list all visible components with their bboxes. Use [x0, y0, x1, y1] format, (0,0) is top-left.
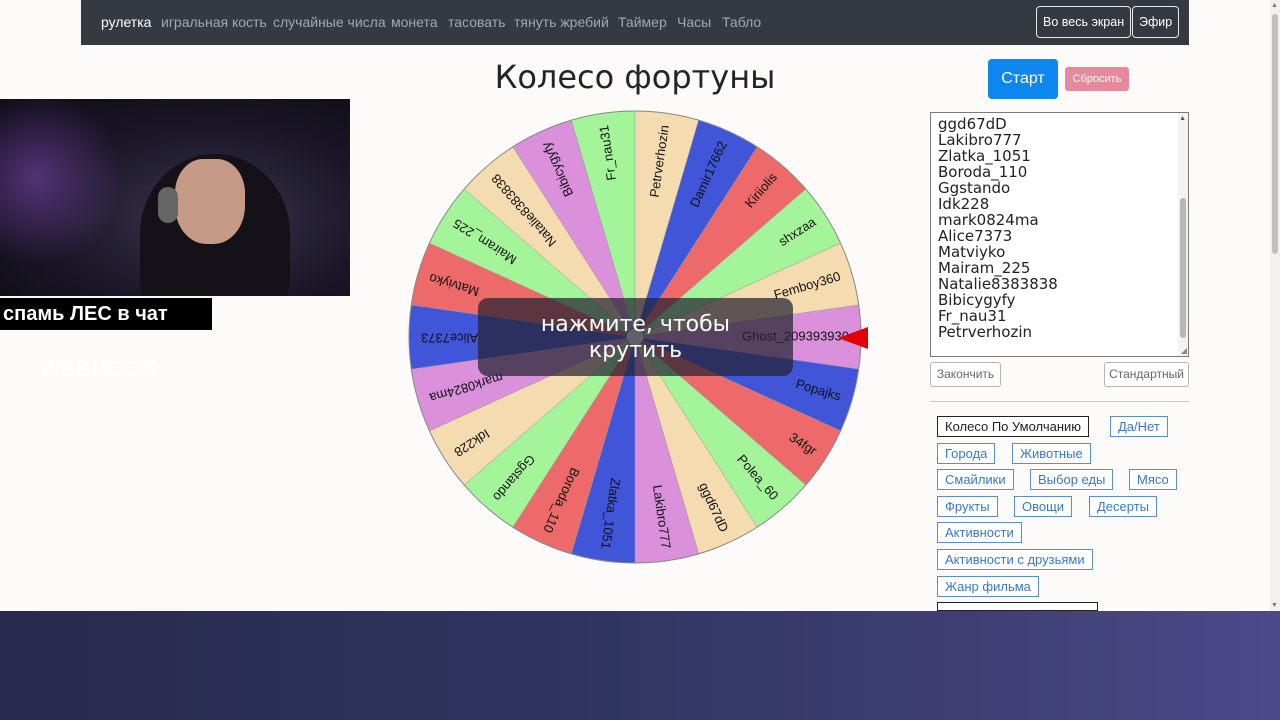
textarea-scroll-thumb[interactable]	[1180, 198, 1186, 338]
names-list-item: Lakibro777	[938, 131, 1022, 149]
preset-fruits[interactable]: Фрукты	[937, 496, 998, 517]
stream-bottom-band	[0, 611, 1280, 720]
divider	[930, 401, 1189, 402]
preset-animals[interactable]: Животные	[1012, 443, 1091, 464]
preset-desserts[interactable]: Десерты	[1089, 496, 1158, 517]
preset-activities-with-friends[interactable]: Активности с друзьями	[937, 549, 1093, 570]
page-scroll-up-icon[interactable]: ▲	[1271, 2, 1278, 9]
spin-overlay-line2: крутить	[588, 338, 683, 363]
nav-item-random-numbers[interactable]: случайные числа	[273, 14, 386, 30]
page-scroll-thumb[interactable]	[1272, 14, 1278, 254]
names-list-item: Natalie8383838	[938, 275, 1058, 293]
fullscreen-button[interactable]: Во весь экран	[1036, 6, 1132, 38]
preset-partial[interactable]	[937, 602, 1098, 611]
preset-cities[interactable]: Города	[937, 443, 996, 464]
preset-yes-no[interactable]: Да/Нет	[1110, 416, 1168, 437]
nav-item-shuffle[interactable]: тасовать	[448, 14, 505, 30]
preset-activities[interactable]: Активности	[937, 522, 1022, 543]
preset-default-wheel[interactable]: Колесо По Умолчанию	[937, 416, 1090, 437]
nav-item-draw-lots[interactable]: тянуть жребий	[514, 14, 609, 30]
names-list-item: Idk228	[938, 195, 990, 213]
names-list-item: Zlatka_1051	[938, 147, 1031, 165]
nav-item-timer[interactable]: Таймер	[618, 14, 667, 30]
nav-item-clock[interactable]: Часы	[677, 14, 711, 30]
start-button[interactable]: Старт	[988, 59, 1058, 99]
standard-button[interactable]: Стандартный	[1104, 362, 1189, 387]
textarea-scrollbar[interactable]: ▲	[1178, 113, 1188, 356]
page-scrollbar[interactable]: ▲ ▼	[1270, 0, 1280, 611]
live-button[interactable]: Эфир	[1132, 6, 1180, 38]
page-title: Колесо фортуны	[494, 58, 776, 96]
nav-item-roulette[interactable]: рулетка	[101, 14, 151, 30]
reset-button[interactable]: Сбросить	[1065, 67, 1129, 91]
names-list-item: Fr_nau31	[938, 307, 1007, 325]
preset-meat[interactable]: Мясо	[1129, 469, 1177, 490]
preset-vegetables[interactable]: Овощи	[1014, 496, 1073, 517]
resize-handle-icon[interactable]: ◢	[1181, 346, 1187, 355]
nav-item-coin[interactable]: монета	[391, 14, 438, 30]
names-textarea[interactable]: ggd67dD Lakibro777 Zlatka_1051 Boroda_110 Gg…	[930, 112, 1189, 357]
names-list-item: Boroda_110	[938, 163, 1028, 181]
stream-caption: спамь ЛЕС в чат	[0, 298, 212, 330]
names-list-item: Mairam_225	[938, 259, 1031, 277]
preset-food-choice[interactable]: Выбор еды	[1030, 469, 1114, 490]
finish-button[interactable]: Закончить	[930, 362, 1001, 387]
webcam-overlay	[0, 99, 350, 296]
names-list-item: Alice7373	[938, 227, 1013, 245]
preset-movie-genre[interactable]: Жанр фильма	[937, 576, 1039, 597]
spin-overlay-line1: нажмите, чтобы	[540, 312, 731, 337]
nav-item-dice[interactable]: игральная кость	[161, 14, 267, 30]
names-list-item: Ggstando	[938, 179, 1011, 197]
wheel-pointer-icon	[838, 327, 868, 349]
wheel-segment-label: Alice7373	[421, 331, 478, 346]
scroll-up-icon[interactable]: ▲	[1179, 115, 1186, 122]
faded-overlay-text: WEBHOOK	[40, 356, 158, 381]
nav-item-scoreboard[interactable]: Табло	[722, 14, 761, 30]
names-list: ggd67dD Lakibro777 Zlatka_1051 Boroda_110 Gg…	[931, 116, 1058, 340]
names-list-item: Bibicygyfy	[938, 291, 1016, 309]
names-list-item: mark0824ma	[938, 211, 1039, 229]
preset-emojis[interactable]: Смайлики	[937, 469, 1014, 490]
names-list-item: Matviyko	[938, 243, 1006, 261]
spin-overlay[interactable]: нажмите, чтобы крутить	[478, 298, 793, 376]
top-navbar: рулетка игральная кость случайные числа …	[81, 0, 1189, 45]
names-list-item: Petrverhozin	[938, 323, 1033, 341]
names-list-item: ggd67dD	[938, 115, 1007, 133]
page-scroll-down-icon[interactable]: ▼	[1271, 602, 1278, 609]
